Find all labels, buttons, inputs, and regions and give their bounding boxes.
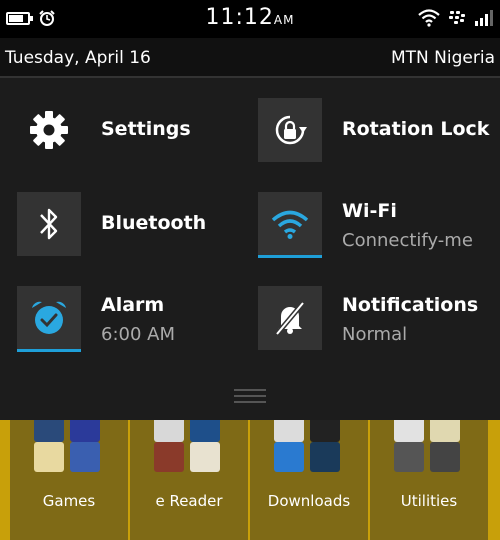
clock-time: 11:12 [205, 5, 274, 30]
wifi-tile[interactable]: Wi-Fi Connectify-me [258, 192, 498, 258]
app-icon [154, 442, 184, 472]
status-bar: 11:12AM [0, 0, 500, 38]
app-icon [430, 442, 460, 472]
app-icon [430, 420, 460, 442]
app-icon [70, 420, 100, 442]
drag-handle[interactable] [234, 389, 266, 407]
app-icon [274, 420, 304, 442]
clock-ampm: AM [273, 13, 295, 27]
status-bar-right [418, 9, 494, 27]
wifi-toggle-icon [258, 192, 322, 258]
bluetooth-icon [17, 192, 81, 256]
app-icon [394, 442, 424, 472]
info-bar: Tuesday, April 16 MTN Nigeria [0, 38, 500, 78]
notifications-mode: Normal [342, 324, 408, 345]
notifications-label: Notifications [342, 294, 479, 316]
app-icon [190, 442, 220, 472]
app-icon [34, 420, 64, 442]
rotation-lock-icon [258, 98, 322, 162]
settings-label: Settings [101, 118, 191, 140]
folder-ereader-label: e Reader [155, 492, 223, 510]
wifi-icon [418, 9, 440, 27]
app-icon [310, 442, 340, 472]
wifi-label: Wi-Fi [342, 200, 397, 222]
app-icon [394, 420, 424, 442]
alarm-icon [17, 286, 81, 352]
bluetooth-tile[interactable]: Bluetooth [17, 192, 257, 258]
folder-downloads[interactable]: Downloads [250, 420, 368, 540]
signal-icon [475, 10, 493, 26]
alarm-time: 6:00 AM [101, 324, 175, 345]
carrier-label: MTN Nigeria [391, 48, 495, 68]
folder-utilities-label: Utilities [400, 492, 458, 510]
app-icon [274, 442, 304, 472]
blackberry-logo-icon [449, 11, 465, 24]
folder-ereader[interactable]: e Reader [130, 420, 248, 540]
gear-icon [17, 98, 81, 162]
app-icon [34, 442, 64, 472]
app-icon [190, 420, 220, 442]
folder-utilities[interactable]: Utilities [370, 420, 488, 540]
app-icon [310, 420, 340, 442]
home-screen: Games e Reader Downloads Utilities [0, 420, 500, 540]
rotation-lock-tile[interactable]: Rotation Lock [258, 98, 498, 164]
notifications-tile[interactable]: Notifications Normal [258, 286, 498, 352]
bluetooth-label: Bluetooth [101, 212, 207, 234]
folder-games[interactable]: Games [10, 420, 128, 540]
folder-games-label: Games [42, 492, 96, 510]
bell-muted-icon [258, 286, 322, 350]
alarm-tile[interactable]: Alarm 6:00 AM [17, 286, 257, 352]
app-icon [70, 442, 100, 472]
wifi-network-name: Connectify-me [342, 230, 473, 251]
rotation-lock-label: Rotation Lock [342, 118, 490, 140]
date-label: Tuesday, April 16 [5, 48, 151, 68]
app-icon [154, 420, 184, 442]
settings-tile[interactable]: Settings [17, 98, 257, 164]
folder-downloads-label: Downloads [267, 492, 351, 510]
alarm-label: Alarm [101, 294, 165, 316]
quick-settings-panel: Settings Rotation Lock Bluetooth Wi-Fi C… [0, 78, 500, 420]
